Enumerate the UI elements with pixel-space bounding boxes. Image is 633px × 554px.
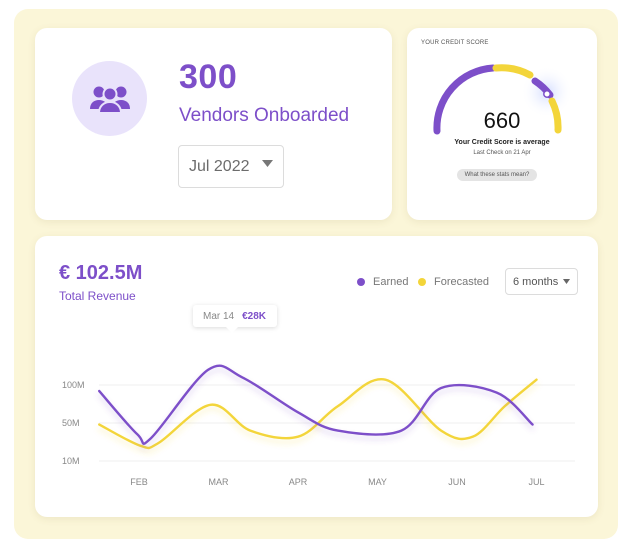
- stats-info-button[interactable]: What these stats mean?: [457, 169, 537, 181]
- chevron-down-icon: [262, 160, 273, 167]
- month-select[interactable]: Jul 2022: [178, 145, 284, 188]
- tooltip-date: Mar 14: [203, 310, 235, 322]
- x-tick-label: JUL: [528, 477, 544, 487]
- month-select-value: Jul 2022: [189, 157, 250, 175]
- vendors-avatar: [72, 61, 147, 136]
- gauge-marker: [543, 90, 551, 98]
- x-tick-label: JUN: [448, 477, 466, 487]
- x-tick-label: FEB: [130, 477, 148, 487]
- credit-status: Your Credit Score is average: [454, 139, 550, 146]
- x-tick-label: MAR: [209, 477, 230, 487]
- chart-tooltip: Mar 14 €28K: [193, 305, 277, 327]
- series-line-earned: [98, 364, 534, 445]
- vendors-card: 300 Vendors Onboarded Jul 2022: [35, 28, 392, 220]
- vendors-label: Vendors Onboarded: [179, 105, 350, 126]
- revenue-chart: 100M 50M 10M FEB MAR APR MAY JUN JUL: [62, 364, 575, 487]
- tooltip-value: €28K: [242, 310, 267, 322]
- tooltip-arrow: [226, 327, 238, 333]
- series-line-forecasted: [98, 378, 538, 450]
- x-tick-label: APR: [289, 477, 308, 487]
- credit-score-card: YOUR CREDIT SCORE 660 Your Credit Score …: [407, 28, 597, 220]
- credit-last-check: Last Check on 21 Apr: [473, 150, 531, 156]
- credit-score-value: 660: [483, 108, 521, 133]
- x-tick-label: MAY: [368, 477, 387, 487]
- y-tick-label: 50M: [62, 418, 80, 428]
- users-icon: [89, 86, 130, 114]
- revenue-card: € 102.5M Total Revenue Earned Forecasted…: [35, 236, 598, 517]
- y-tick-label: 10M: [62, 456, 80, 466]
- vendors-count: 300: [179, 58, 238, 96]
- y-tick-label: 100M: [62, 380, 85, 390]
- gauge-yellow-arc: [492, 64, 534, 79]
